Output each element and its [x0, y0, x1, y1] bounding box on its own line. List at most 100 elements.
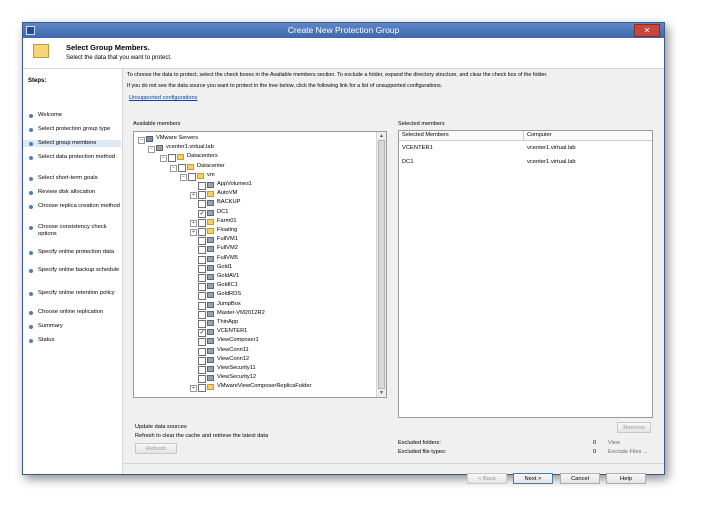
tree-checkbox[interactable]	[198, 274, 206, 282]
collapse-icon[interactable]: −	[180, 173, 187, 181]
tree-checkbox[interactable]	[198, 228, 206, 236]
tree-checkbox[interactable]	[198, 218, 206, 227]
help-button[interactable]: Help	[606, 473, 646, 484]
next-button[interactable]: Next >	[513, 473, 553, 484]
selected-member-row[interactable]: DC1 vcenter1.virtual.lab	[399, 156, 652, 169]
step-label: Select data protection method	[38, 154, 116, 160]
tree-checkbox[interactable]	[198, 237, 206, 246]
selected-member-row[interactable]: VCENTER1 vcenter1.virtual.lab	[399, 142, 652, 155]
available-members-tree[interactable]: − VMware Servers − vcenter1.virtual.lab − Dat…	[133, 131, 387, 398]
excluded-file-types-label: Excluded file types:	[398, 449, 447, 455]
step-item[interactable]: Summary	[23, 323, 121, 330]
tree-checkbox[interactable]	[198, 375, 206, 384]
tree-checkbox[interactable]	[198, 356, 206, 365]
tree-checkbox[interactable]	[178, 163, 186, 172]
tree-checkbox[interactable]	[198, 200, 206, 209]
vm-icon	[207, 292, 214, 299]
tree-checkbox[interactable]: ✓	[198, 329, 206, 338]
step-bullet-icon	[29, 226, 33, 230]
step-item[interactable]: Choose replica creation method	[23, 203, 121, 210]
vm-icon	[207, 375, 214, 382]
tree-scrollbar[interactable]: ▲ ▼	[376, 132, 386, 397]
unsupported-configurations-link[interactable]: Unsupported configurations	[129, 95, 197, 101]
tree-checkbox[interactable]	[198, 292, 206, 301]
tree-node-label: JumpBox	[217, 300, 241, 307]
remove-button[interactable]: Remove	[617, 422, 651, 433]
step-label: Status	[38, 337, 55, 343]
step-item[interactable]: Choose consistency check options	[23, 224, 121, 238]
page-subtitle: Select the data that you want to protect…	[66, 55, 172, 61]
tree-checkbox[interactable]	[198, 255, 206, 264]
step-item[interactable]: Specify online backup schedule	[23, 267, 121, 274]
step-bullet-icon	[29, 142, 33, 146]
excluded-folders-count: 0	[593, 440, 597, 446]
collapse-icon[interactable]: −	[148, 146, 155, 154]
tree-checkbox[interactable]	[198, 320, 206, 328]
tree-checkbox[interactable]	[198, 310, 206, 319]
tree-checkbox[interactable]	[168, 154, 176, 163]
tree-checkbox[interactable]: ✓	[198, 209, 206, 218]
vm-icon	[207, 366, 214, 372]
collapse-icon[interactable]: −	[160, 155, 167, 163]
step-label: Select group members	[38, 140, 97, 146]
tree-checkbox[interactable]	[198, 264, 206, 273]
close-button[interactable]: ✕	[634, 24, 660, 37]
vm-icon	[207, 338, 214, 345]
tree-node-label: DC1	[217, 208, 229, 215]
tree-node-label: FullVM5	[217, 254, 238, 261]
tree-node-label: FullVM1	[217, 236, 238, 243]
tree-node-label: FullVM2	[217, 245, 238, 252]
tree-checkbox[interactable]	[198, 366, 206, 374]
view-excluded-folders-link[interactable]: View	[608, 440, 620, 446]
scroll-down-icon[interactable]: ▼	[377, 389, 386, 397]
step-label: Summary	[38, 323, 63, 329]
step-item[interactable]: Status	[23, 337, 121, 344]
collapse-icon[interactable]: −	[138, 137, 145, 144]
scroll-thumb[interactable]	[378, 140, 385, 389]
step-bullet-icon	[29, 205, 33, 209]
exclude-files-link[interactable]: Exclude Files ...	[608, 449, 647, 455]
step-item[interactable]: Specify online protection data	[23, 249, 121, 256]
tree-checkbox[interactable]	[198, 301, 206, 310]
cancel-button[interactable]: Cancel	[560, 473, 600, 484]
vm-icon	[207, 283, 214, 290]
intro-text-2: If you do not see the data source you wa…	[127, 83, 443, 89]
refresh-button[interactable]: Refresh	[135, 443, 177, 454]
expand-icon[interactable]: +	[190, 385, 197, 393]
title-bar[interactable]: Create New Protection Group ✕	[23, 23, 664, 38]
tree-node-label: GoldRDS	[217, 291, 242, 298]
column-header-member[interactable]: Selected Members	[402, 132, 449, 138]
server-icon	[146, 136, 153, 142]
excluded-folders-label: Excluded folders:	[398, 440, 441, 446]
back-button[interactable]: < Back	[467, 473, 507, 484]
expand-icon[interactable]: +	[190, 229, 197, 236]
folder-icon	[187, 163, 194, 170]
tree-checkbox[interactable]	[198, 182, 206, 190]
tree-checkbox[interactable]	[198, 384, 206, 393]
collapse-icon[interactable]: −	[170, 164, 177, 172]
expand-icon[interactable]: +	[190, 192, 197, 200]
tree-checkbox[interactable]	[198, 338, 206, 347]
expand-icon[interactable]: +	[190, 219, 197, 227]
step-item[interactable]: Choose online replication	[23, 309, 121, 316]
tree-checkbox[interactable]	[198, 283, 206, 292]
step-item[interactable]: Select protection group type	[23, 126, 121, 133]
tree-checkbox[interactable]	[198, 347, 206, 356]
step-item[interactable]: Select short-term goals	[23, 175, 121, 182]
step-item[interactable]: Select group members	[23, 140, 121, 147]
step-item[interactable]: Review disk allocation	[23, 189, 121, 196]
tree-node-label: Datacenters	[187, 153, 218, 160]
tree-checkbox[interactable]	[188, 172, 196, 181]
vm-icon	[207, 255, 214, 262]
tree-checkbox[interactable]	[198, 246, 206, 255]
step-item[interactable]: Welcome	[23, 112, 121, 119]
selected-members-list[interactable]: Selected Members Computer VCENTER1 vcente…	[398, 130, 653, 418]
step-item[interactable]: Specify online retention policy	[23, 290, 121, 297]
column-header-computer[interactable]: Computer	[527, 132, 552, 138]
steps-panel: Steps: Welcome Select protection group ty…	[23, 69, 123, 474]
step-item[interactable]: Select data protection method	[23, 154, 121, 161]
step-label: Specify online backup schedule	[38, 267, 120, 273]
tree-node-label: ViewConn12	[217, 355, 250, 362]
scroll-up-icon[interactable]: ▲	[377, 132, 386, 140]
tree-checkbox[interactable]	[198, 191, 206, 200]
